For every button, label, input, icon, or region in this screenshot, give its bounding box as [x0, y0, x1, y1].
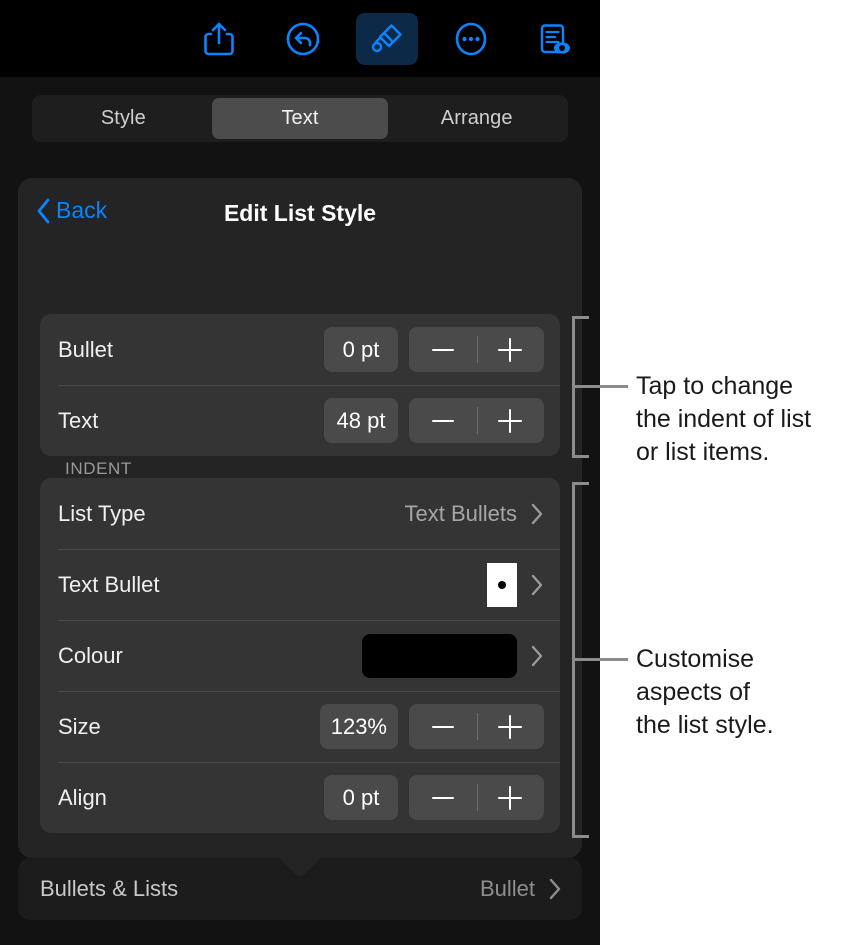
row-label: Align — [58, 784, 107, 810]
bullet-indent-stepper[interactable] — [409, 327, 544, 372]
row-align: Align 0 pt — [40, 762, 560, 833]
minus-icon — [431, 796, 454, 799]
more-button[interactable] — [440, 13, 502, 65]
row-label: Size — [58, 713, 101, 739]
chevron-right-icon — [549, 878, 562, 900]
list-type-value: Text Bullets — [404, 500, 518, 526]
align-value[interactable]: 0 pt — [324, 775, 398, 820]
undo-icon — [285, 21, 321, 57]
format-brush-button[interactable] — [356, 12, 418, 65]
back-button[interactable]: Back — [36, 197, 107, 224]
text-indent-stepper[interactable] — [409, 398, 544, 443]
bracket-cap-top — [572, 316, 589, 319]
decrement-button[interactable] — [409, 796, 477, 799]
row-size: Size 123% — [40, 691, 560, 762]
bullets-and-lists-value: Bullet — [479, 876, 535, 901]
align-stepper[interactable] — [409, 775, 544, 820]
chevron-right-icon — [531, 574, 544, 596]
callout-text-indent: Tap to change the indent of list or list… — [636, 372, 812, 466]
row-label: Colour — [58, 642, 123, 668]
increment-button[interactable] — [477, 337, 545, 362]
row-colour[interactable]: Colour — [40, 620, 560, 691]
list-options-group: List Type Text Bullets Text Bullet Colou… — [40, 478, 560, 833]
callout-bracket-customise — [572, 482, 628, 838]
stepper-divider — [476, 336, 478, 363]
tab-arrange[interactable]: Arrange — [388, 98, 565, 139]
minus-icon — [431, 725, 454, 728]
stepper-divider — [476, 784, 478, 811]
bracket-cap-top — [572, 482, 589, 485]
minus-icon — [431, 348, 454, 351]
paintbrush-icon — [369, 21, 405, 57]
decrement-button[interactable] — [409, 419, 477, 422]
plus-icon — [498, 408, 523, 433]
callout-text-customise: Customise aspects of the list style. — [636, 645, 774, 739]
indent-section-label: INDENT — [65, 459, 132, 478]
bullet-dot-icon — [498, 580, 506, 589]
bracket-leader — [572, 385, 628, 388]
view-tabs: Style Text Arrange — [32, 95, 568, 142]
size-value[interactable]: 123% — [319, 704, 398, 749]
colour-swatch[interactable] — [362, 633, 517, 678]
top-toolbar — [0, 0, 600, 77]
increment-button[interactable] — [477, 408, 545, 433]
chevron-right-icon — [531, 503, 544, 525]
document-eye-icon — [537, 20, 573, 58]
indent-group: Bullet 0 pt Text 48 pt — [40, 314, 560, 456]
bullet-indent-value[interactable]: 0 pt — [324, 327, 398, 372]
bracket-cap-bottom — [572, 835, 589, 838]
row-text-bullet[interactable]: Text Bullet — [40, 549, 560, 620]
increment-button[interactable] — [477, 785, 545, 810]
popover-notch — [281, 857, 319, 876]
decrement-button[interactable] — [409, 725, 477, 728]
edit-list-style-popover: Back Edit List Style INDENT Bullet 0 pt … — [18, 178, 582, 858]
bracket-leader — [572, 658, 628, 661]
document-view-button[interactable] — [524, 13, 586, 65]
bracket-cap-bottom — [572, 455, 589, 458]
size-stepper[interactable] — [409, 704, 544, 749]
stepper-divider — [476, 713, 478, 740]
popover-header: Back Edit List Style — [18, 178, 582, 248]
tab-text[interactable]: Text — [211, 98, 389, 139]
row-label: Text — [58, 407, 99, 433]
tab-style[interactable]: Style — [35, 98, 212, 139]
row-text-indent: Text 48 pt — [40, 385, 560, 456]
callout-bracket-indent — [572, 316, 628, 458]
row-list-type[interactable]: List Type Text Bullets — [40, 478, 560, 549]
plus-icon — [498, 714, 523, 739]
plus-icon — [498, 337, 523, 362]
ellipsis-circle-icon — [453, 21, 489, 57]
app-screen: Style Text Arrange Bullets & Lists Bulle… — [0, 0, 600, 945]
plus-icon — [498, 785, 523, 810]
share-icon — [202, 21, 236, 57]
row-label: Text Bullet — [58, 571, 160, 597]
increment-button[interactable] — [477, 714, 545, 739]
undo-button[interactable] — [272, 13, 334, 65]
row-label: Bullet — [58, 336, 114, 362]
bullets-and-lists-label: Bullets & Lists — [40, 876, 179, 901]
share-button[interactable] — [188, 13, 250, 65]
chevron-left-icon — [36, 198, 51, 224]
text-indent-value[interactable]: 48 pt — [324, 398, 398, 443]
chevron-right-icon — [531, 645, 544, 667]
back-label: Back — [56, 197, 108, 223]
decrement-button[interactable] — [409, 348, 477, 351]
row-bullet-indent: Bullet 0 pt — [40, 314, 560, 385]
row-label: List Type — [58, 500, 146, 526]
stepper-divider — [476, 407, 478, 434]
text-bullet-swatch[interactable] — [487, 562, 517, 607]
minus-icon — [431, 419, 454, 422]
